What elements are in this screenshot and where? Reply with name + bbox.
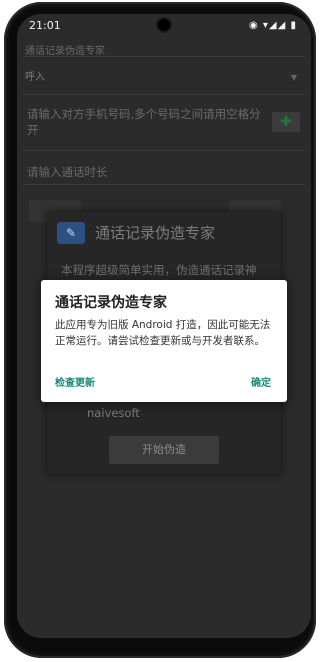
status-time: 21:01 bbox=[29, 19, 61, 32]
add-contact-icon: ✚ bbox=[280, 114, 292, 130]
app-logo-icon: ✎ bbox=[57, 222, 85, 244]
contact-picker-button[interactable]: ✚ bbox=[272, 112, 300, 132]
divider bbox=[23, 150, 305, 151]
status-icons: ◉ ▾◢◢ ▮ bbox=[249, 20, 297, 31]
app-info-title: 通话记录伪造专家 bbox=[95, 224, 216, 242]
status-bar: 21:01 ◉ ▾◢◢ ▮ bbox=[17, 14, 311, 38]
front-camera bbox=[158, 19, 170, 31]
phone-frame: 21:01 ◉ ▾◢◢ ▮ 通话记录伪造专家 呼入 ▼ 请输入对方手机号码,多个… bbox=[4, 2, 316, 658]
call-type-select[interactable]: 呼入 ▼ bbox=[25, 68, 303, 88]
dropdown-arrow-icon: ▼ bbox=[290, 73, 297, 82]
phone-number-input[interactable]: 请输入对方手机号码,多个号码之间请用空格分开 bbox=[27, 106, 265, 138]
divider bbox=[23, 56, 305, 57]
compat-alert-dialog: 通话记录伪造专家 此应用专为旧版 Android 打造，因此可能无法正常运行。请… bbox=[41, 280, 287, 402]
call-type-value: 呼入 bbox=[25, 72, 45, 83]
divider bbox=[23, 94, 305, 95]
duration-input[interactable]: 请输入通话时长 bbox=[27, 164, 108, 180]
screen: 21:01 ◉ ▾◢◢ ▮ 通话记录伪造专家 呼入 ▼ 请输入对方手机号码,多个… bbox=[17, 14, 311, 638]
alert-message: 此应用专为旧版 Android 打造，因此可能无法正常运行。请尝试检查更新或与开… bbox=[55, 319, 271, 347]
divider bbox=[23, 184, 305, 185]
app-title: 通话记录伪造专家 bbox=[25, 46, 105, 57]
check-update-button[interactable]: 检查更新 bbox=[55, 374, 95, 389]
alert-title: 通话记录伪造专家 bbox=[55, 295, 167, 311]
app-author: naivesoft bbox=[87, 406, 140, 420]
ok-button[interactable]: 确定 bbox=[251, 374, 271, 389]
start-fake-button[interactable]: 开始伪造 bbox=[109, 436, 219, 464]
